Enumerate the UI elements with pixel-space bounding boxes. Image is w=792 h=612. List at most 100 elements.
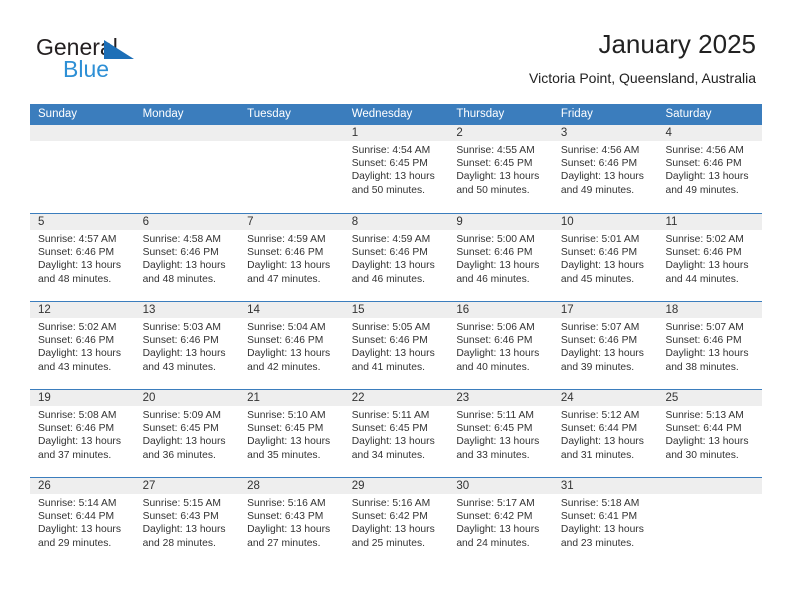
day-number: 28 xyxy=(239,478,344,494)
day-cell[interactable]: 22 Sunrise: 5:11 AM Sunset: 6:45 PM Dayligh… xyxy=(343,390,449,477)
sunrise-text: Sunrise: 5:13 AM xyxy=(665,410,744,421)
day-cell[interactable]: 9 Sunrise: 5:00 AM Sunset: 6:46 PM Daylight… xyxy=(448,214,553,301)
day-sun-info: Sunrise: 5:03 AM Sunset: 6:46 PM Daylight:… xyxy=(135,318,240,374)
day-number: 22 xyxy=(343,390,449,406)
sunset-text: Sunset: 6:46 PM xyxy=(456,335,533,347)
calendar-page: General Blue January 2025 Victoria Point… xyxy=(0,0,792,612)
day-cell[interactable]: 31 Sunrise: 5:18 AM Sunset: 6:41 PM Dayligh… xyxy=(552,478,658,565)
day-cell[interactable]: 5 Sunrise: 4:57 AM Sunset: 6:46 PM Daylight… xyxy=(30,214,135,301)
day-cell[interactable]: 4 Sunrise: 4:56 AM Sunset: 6:46 PM Daylight… xyxy=(657,125,763,213)
weekday-header-tuesday: Tuesday xyxy=(247,108,291,120)
sunrise-text: Sunrise: 5:06 AM xyxy=(456,322,535,333)
sunset-text: Sunset: 6:45 PM xyxy=(142,423,219,435)
day-cell[interactable]: 6 Sunrise: 4:58 AM Sunset: 6:46 PM Daylight… xyxy=(134,214,240,301)
sunrise-text: Sunrise: 4:54 AM xyxy=(351,145,431,156)
day-sun-info: Sunrise: 5:07 AM Sunset: 6:46 PM Daylight:… xyxy=(553,318,658,374)
daylight-text-line2: and 38 minutes. xyxy=(665,361,739,373)
daylight-text-line1: Daylight: 13 hours xyxy=(351,436,435,448)
day-number: 6 xyxy=(134,214,240,230)
day-cell[interactable]: 28 Sunrise: 5:16 AM Sunset: 6:43 PM Dayligh… xyxy=(239,478,344,565)
day-cell[interactable]: 17 Sunrise: 5:07 AM Sunset: 6:46 PM Dayligh… xyxy=(552,302,658,389)
day-cell[interactable]: 12 Sunrise: 5:02 AM Sunset: 6:46 PM Dayligh… xyxy=(30,302,135,389)
day-cell[interactable]: 23 Sunrise: 5:11 AM Sunset: 6:45 PM Dayligh… xyxy=(448,390,553,477)
daylight-text-line1: Daylight: 13 hours xyxy=(560,524,644,536)
day-sun-info: Sunrise: 5:12 AM Sunset: 6:44 PM Daylight:… xyxy=(553,406,658,462)
day-number: 2 xyxy=(448,125,553,141)
daylight-text-line1: Daylight: 13 hours xyxy=(38,524,121,536)
day-cell[interactable]: 30 Sunrise: 5:17 AM Sunset: 6:42 PM Dayligh… xyxy=(448,478,553,565)
daylight-text-line2: and 50 minutes. xyxy=(456,184,530,196)
daylight-text-line1: Daylight: 13 hours xyxy=(351,348,435,360)
day-sun-info: Sunrise: 5:14 AM Sunset: 6:44 PM Daylight:… xyxy=(30,494,135,550)
day-cell[interactable]: 27 Sunrise: 5:15 AM Sunset: 6:43 PM Dayligh… xyxy=(134,478,240,565)
weekday-header-sunday: Sunday xyxy=(38,108,78,120)
day-cell[interactable]: 15 Sunrise: 5:05 AM Sunset: 6:46 PM Dayligh… xyxy=(343,302,449,389)
day-cell[interactable]: 29 Sunrise: 5:16 AM Sunset: 6:42 PM Dayligh… xyxy=(343,478,449,565)
daylight-text-line1: Daylight: 13 hours xyxy=(142,348,226,360)
daylight-text-line1: Daylight: 13 hours xyxy=(142,436,226,448)
sunset-text: Sunset: 6:45 PM xyxy=(456,158,533,170)
day-cell[interactable]: 10 Sunrise: 5:01 AM Sunset: 6:46 PM Dayligh… xyxy=(552,214,658,301)
day-cell[interactable]: 19 Sunrise: 5:08 AM Sunset: 6:46 PM Dayligh… xyxy=(30,390,135,477)
daylight-text-line2: and 46 minutes. xyxy=(456,273,530,285)
day-number: 18 xyxy=(657,302,763,318)
weekday-header-wednesday: Wednesday xyxy=(351,108,413,120)
day-cell[interactable]: 1 Sunrise: 4:54 AM Sunset: 6:45 PM Daylight… xyxy=(343,125,449,213)
daylight-text-line2: and 31 minutes. xyxy=(560,449,635,461)
day-number: 16 xyxy=(448,302,553,318)
day-number xyxy=(134,125,240,141)
calendar-week-row: 5 Sunrise: 4:57 AM Sunset: 6:46 PM Daylight… xyxy=(30,213,763,301)
calendar-week-row: 12 Sunrise: 5:02 AM Sunset: 6:46 PM Dayligh… xyxy=(30,301,763,389)
daylight-text-line2: and 48 minutes. xyxy=(38,273,112,285)
daylight-text-line1: Daylight: 13 hours xyxy=(351,524,435,536)
day-sun-info: Sunrise: 5:02 AM Sunset: 6:46 PM Daylight:… xyxy=(657,230,762,286)
day-cell[interactable]: 21 Sunrise: 5:10 AM Sunset: 6:45 PM Dayligh… xyxy=(239,390,344,477)
day-cell[interactable]: 18 Sunrise: 5:07 AM Sunset: 6:46 PM Dayligh… xyxy=(657,302,763,389)
sunset-text: Sunset: 6:46 PM xyxy=(247,335,324,347)
day-sun-info: Sunrise: 5:02 AM Sunset: 6:46 PM Daylight:… xyxy=(30,318,135,374)
sunset-text: Sunset: 6:41 PM xyxy=(560,511,638,523)
day-cell[interactable]: 26 Sunrise: 5:14 AM Sunset: 6:44 PM Dayligh… xyxy=(30,478,135,565)
title-block: January 2025 Victoria Point, Queensland,… xyxy=(529,28,756,88)
day-cell[interactable]: 24 Sunrise: 5:12 AM Sunset: 6:44 PM Dayligh… xyxy=(552,390,658,477)
day-sun-info: Sunrise: 4:59 AM Sunset: 6:46 PM Daylight:… xyxy=(239,230,344,286)
sunset-text: Sunset: 6:46 PM xyxy=(560,158,638,170)
sunrise-text: Sunrise: 5:14 AM xyxy=(38,498,117,509)
day-cell[interactable]: 3 Sunrise: 4:56 AM Sunset: 6:46 PM Daylight… xyxy=(552,125,658,213)
daylight-text-line2: and 49 minutes. xyxy=(665,184,739,196)
day-cell[interactable]: 11 Sunrise: 5:02 AM Sunset: 6:46 PM Dayligh… xyxy=(657,214,763,301)
sunset-text: Sunset: 6:44 PM xyxy=(665,423,742,435)
day-cell[interactable]: 14 Sunrise: 5:04 AM Sunset: 6:46 PM Dayligh… xyxy=(239,302,344,389)
day-number: 19 xyxy=(30,390,135,406)
page-title: January 2025 xyxy=(598,29,756,59)
day-cell[interactable]: 25 Sunrise: 5:13 AM Sunset: 6:44 PM Dayligh… xyxy=(657,390,763,477)
day-cell[interactable]: 20 Sunrise: 5:09 AM Sunset: 6:45 PM Dayligh… xyxy=(134,390,240,477)
day-cell[interactable]: 13 Sunrise: 5:03 AM Sunset: 6:46 PM Dayligh… xyxy=(134,302,240,389)
day-number xyxy=(239,125,344,141)
general-blue-logo[interactable]: General Blue xyxy=(36,34,216,90)
sunrise-text: Sunrise: 5:11 AM xyxy=(456,410,534,421)
sunrise-text: Sunrise: 5:17 AM xyxy=(456,498,535,509)
sunrise-text: Sunrise: 4:56 AM xyxy=(665,145,744,156)
day-number: 29 xyxy=(343,478,449,494)
day-cell[interactable]: 7 Sunrise: 4:59 AM Sunset: 6:46 PM Daylight… xyxy=(239,214,344,301)
daylight-text-line1: Daylight: 13 hours xyxy=(38,348,121,360)
day-cell[interactable]: 2 Sunrise: 4:55 AM Sunset: 6:45 PM Daylight… xyxy=(448,125,553,213)
day-cell[interactable]: 8 Sunrise: 4:59 AM Sunset: 6:46 PM Daylight… xyxy=(343,214,449,301)
daylight-text-line1: Daylight: 13 hours xyxy=(142,260,226,272)
weekday-header-monday: Monday xyxy=(142,108,184,120)
day-cell[interactable]: 16 Sunrise: 5:06 AM Sunset: 6:46 PM Dayligh… xyxy=(448,302,553,389)
daylight-text-line1: Daylight: 13 hours xyxy=(351,171,435,183)
sunrise-text: Sunrise: 5:15 AM xyxy=(142,498,221,509)
day-number: 31 xyxy=(552,478,658,494)
daylight-text-line1: Daylight: 13 hours xyxy=(351,260,435,272)
day-sun-info: Sunrise: 4:58 AM Sunset: 6:46 PM Daylight:… xyxy=(135,230,240,286)
day-number: 9 xyxy=(448,214,553,230)
sunrise-text: Sunrise: 4:56 AM xyxy=(560,145,640,156)
sunrise-text: Sunrise: 4:55 AM xyxy=(456,145,535,156)
day-number: 4 xyxy=(657,125,763,141)
sunrise-text: Sunrise: 5:02 AM xyxy=(38,322,117,333)
day-number xyxy=(657,478,763,494)
day-number: 25 xyxy=(657,390,763,406)
day-sun-info: Sunrise: 5:07 AM Sunset: 6:46 PM Daylight:… xyxy=(657,318,762,374)
